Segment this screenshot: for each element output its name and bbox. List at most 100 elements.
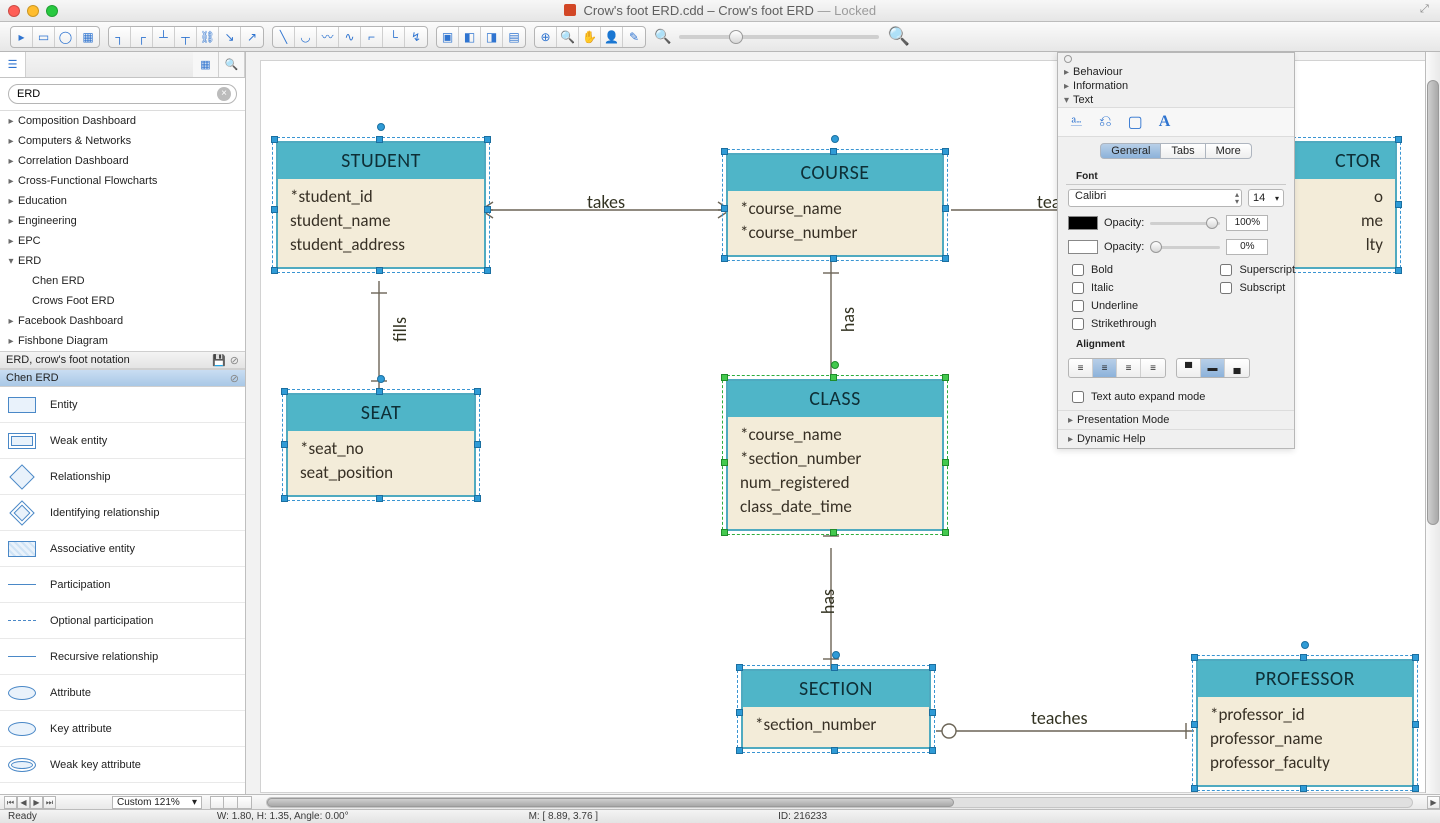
shape-item[interactable]: Optional participation bbox=[0, 603, 245, 639]
close-stencil-icon[interactable]: ⊘ bbox=[230, 354, 239, 367]
align-3-icon[interactable]: ◨ bbox=[481, 27, 503, 47]
h-scroll-track[interactable] bbox=[266, 797, 1413, 808]
shape-item[interactable]: Weak key attribute bbox=[0, 747, 245, 783]
entity-section[interactable]: SECTION *section_number bbox=[741, 669, 931, 749]
inspector-tab-general[interactable]: General bbox=[1100, 143, 1161, 159]
entity-seat[interactable]: SEAT *seat_no seat_position bbox=[286, 393, 476, 497]
tree-item[interactable]: Fishbone Diagram bbox=[0, 331, 245, 351]
shape-item[interactable]: Associative entity bbox=[0, 531, 245, 567]
rect-tool-icon[interactable]: ▭ bbox=[33, 27, 55, 47]
shape-item[interactable]: Entity bbox=[0, 387, 245, 423]
smart-conn-icon[interactable]: ↯ bbox=[405, 27, 427, 47]
text-color-swatch[interactable] bbox=[1068, 216, 1098, 230]
entity-course[interactable]: COURSE *course_name *course_number bbox=[726, 153, 944, 257]
chevron-icon[interactable] bbox=[6, 316, 16, 327]
chevron-icon[interactable] bbox=[6, 176, 16, 187]
inspector-group-information[interactable]: Information bbox=[1058, 79, 1294, 93]
page-next-icon[interactable]: ▶ bbox=[30, 796, 43, 809]
italic-checkbox[interactable]: Italic bbox=[1068, 279, 1156, 297]
bg-opacity-value[interactable]: 0% bbox=[1226, 239, 1268, 255]
tree-item[interactable]: Chen ERD bbox=[0, 271, 245, 291]
tree-item[interactable]: Correlation Dashboard bbox=[0, 151, 245, 171]
chevron-icon[interactable] bbox=[6, 196, 16, 207]
eyedropper-icon[interactable]: ✎ bbox=[623, 27, 645, 47]
shape-item[interactable]: Identifying relationship bbox=[0, 495, 245, 531]
view-mode-3-icon[interactable] bbox=[238, 796, 252, 809]
bg-color-swatch[interactable] bbox=[1068, 240, 1098, 254]
tree-item[interactable]: EPC bbox=[0, 231, 245, 251]
magnify-icon[interactable]: 🔍 bbox=[557, 27, 579, 47]
view-mode-2-icon[interactable] bbox=[224, 796, 238, 809]
zoom-in-icon[interactable]: 🔍 bbox=[887, 26, 909, 47]
chevron-icon[interactable] bbox=[6, 216, 16, 227]
flow-tool-2-icon[interactable]: ↗ bbox=[241, 27, 263, 47]
shape-item[interactable]: Attribute bbox=[0, 675, 245, 711]
close-window-button[interactable] bbox=[8, 5, 20, 17]
zoom-slider[interactable] bbox=[679, 35, 879, 39]
flow-tool-1-icon[interactable]: ↘ bbox=[219, 27, 241, 47]
ellipse-tool-icon[interactable]: ◯ bbox=[55, 27, 77, 47]
right-conn-icon[interactable]: └ bbox=[383, 27, 405, 47]
shape-item[interactable]: Recursive relationship bbox=[0, 639, 245, 675]
chevron-icon[interactable] bbox=[6, 156, 16, 167]
align-justify-button[interactable]: ≡ bbox=[1141, 359, 1165, 377]
tree-tool-2-icon[interactable]: ┌ bbox=[131, 27, 153, 47]
align-2-icon[interactable]: ◧ bbox=[459, 27, 481, 47]
entity-professor[interactable]: PROFESSOR *professor_id professor_name p… bbox=[1196, 659, 1414, 787]
library-tab-tree-icon[interactable]: ☰ bbox=[0, 52, 26, 77]
entity-instructor-partial[interactable]: CTOR o me lty bbox=[1277, 141, 1397, 269]
text-opacity-slider[interactable] bbox=[1150, 222, 1220, 225]
page-last-icon[interactable]: ⏭ bbox=[43, 796, 56, 809]
valign-middle-button[interactable]: ▬ bbox=[1201, 359, 1225, 377]
text-opacity-value[interactable]: 100% bbox=[1226, 215, 1268, 231]
text-font-icon[interactable]: A bbox=[1159, 113, 1171, 131]
tree-item[interactable]: Crows Foot ERD bbox=[0, 291, 245, 311]
library-tab-grid-icon[interactable]: ▦ bbox=[193, 52, 219, 77]
tree-item[interactable]: Computers & Networks bbox=[0, 131, 245, 151]
shape-item[interactable]: Relationship bbox=[0, 459, 245, 495]
tree-item[interactable]: Composition Dashboard bbox=[0, 111, 245, 131]
tree-item[interactable]: Cross-Functional Flowcharts bbox=[0, 171, 245, 191]
shape-item[interactable]: Key attribute bbox=[0, 711, 245, 747]
inspector-tab-more[interactable]: More bbox=[1206, 143, 1252, 159]
chevron-icon[interactable] bbox=[6, 116, 16, 127]
bg-opacity-slider[interactable] bbox=[1150, 246, 1220, 249]
text-underline-icon[interactable]: ⎁ bbox=[1070, 113, 1083, 131]
dynamic-help-toggle[interactable]: Dynamic Help bbox=[1058, 429, 1294, 448]
shape-item[interactable]: Weak entity bbox=[0, 423, 245, 459]
spline-tool-icon[interactable]: 〰 bbox=[317, 27, 339, 47]
arc-tool-icon[interactable]: ◡ bbox=[295, 27, 317, 47]
chevron-icon[interactable] bbox=[6, 136, 16, 147]
text-box-icon[interactable]: ▢ bbox=[1128, 112, 1143, 132]
zoom-window-button[interactable] bbox=[46, 5, 58, 17]
page-first-icon[interactable]: ⏮ bbox=[4, 796, 17, 809]
table-tool-icon[interactable]: ▦ bbox=[77, 27, 99, 47]
round-conn-icon[interactable]: ⌐ bbox=[361, 27, 383, 47]
entity-class[interactable]: CLASS *course_name *section_number num_r… bbox=[726, 379, 944, 531]
minimize-window-button[interactable] bbox=[27, 5, 39, 17]
save-stencil-icon[interactable]: 💾 bbox=[212, 354, 226, 367]
subscript-checkbox[interactable]: Subscript bbox=[1216, 279, 1295, 297]
inspector-pin-icon[interactable] bbox=[1064, 55, 1072, 63]
vertical-scrollbar[interactable] bbox=[1425, 52, 1440, 793]
close-stencil-icon[interactable]: ⊘ bbox=[230, 372, 239, 385]
page-prev-icon[interactable]: ◀ bbox=[17, 796, 30, 809]
underline-checkbox[interactable]: Underline bbox=[1068, 297, 1156, 315]
chain-tool-icon[interactable]: ⛓ bbox=[197, 27, 219, 47]
hand-tool-icon[interactable]: ✋ bbox=[579, 27, 601, 47]
inspector-tab-tabs[interactable]: Tabs bbox=[1161, 143, 1205, 159]
chevron-icon[interactable] bbox=[6, 236, 16, 247]
shape-item[interactable]: Participation bbox=[0, 567, 245, 603]
bezier-tool-icon[interactable]: ∿ bbox=[339, 27, 361, 47]
person-tool-icon[interactable]: 👤 bbox=[601, 27, 623, 47]
entity-student[interactable]: STUDENT *student_id student_name student… bbox=[276, 141, 486, 269]
zoom-combo[interactable]: Custom 121%▾ bbox=[112, 796, 202, 809]
library-tab-search-icon[interactable]: 🔍 bbox=[219, 52, 245, 77]
superscript-checkbox[interactable]: Superscript bbox=[1216, 261, 1295, 279]
canvas-area[interactable]: takes teac fills has has teaches STUDENT… bbox=[246, 52, 1440, 809]
chevron-icon[interactable] bbox=[6, 336, 16, 347]
view-mode-1-icon[interactable] bbox=[210, 796, 224, 809]
stencil-header-chen[interactable]: Chen ERD ⊘ bbox=[0, 369, 245, 387]
zoom-out-icon[interactable]: 🔍 bbox=[654, 28, 671, 45]
strike-checkbox[interactable]: Strikethrough bbox=[1068, 315, 1156, 333]
